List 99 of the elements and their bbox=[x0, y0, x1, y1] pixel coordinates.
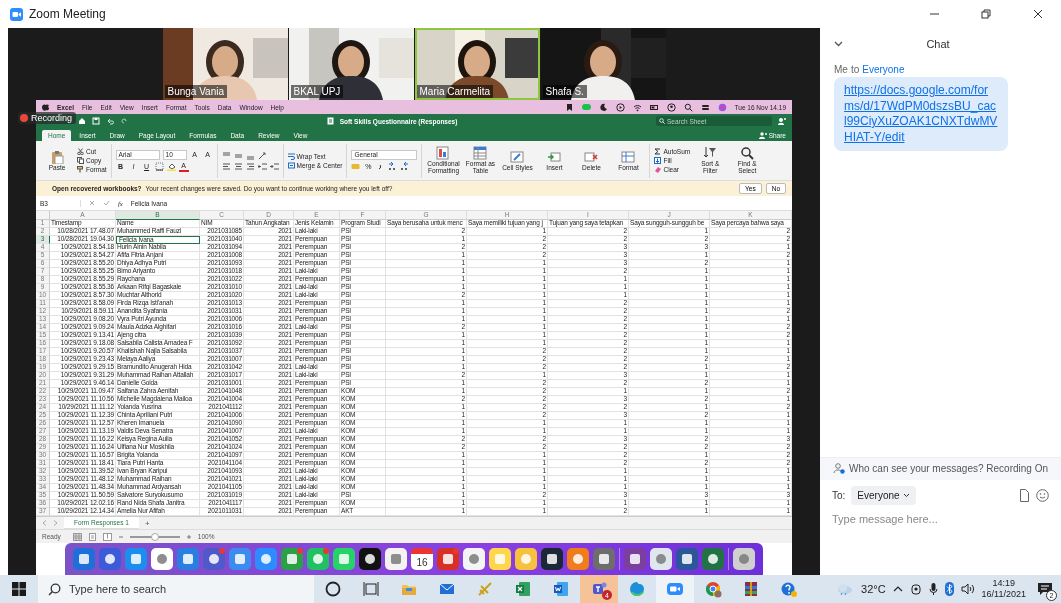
browser-icon[interactable] bbox=[704, 580, 722, 598]
restore-icon[interactable] bbox=[981, 9, 991, 19]
bluetooth-icon[interactable] bbox=[944, 582, 954, 596]
decrease-decimal-icon[interactable] bbox=[400, 162, 410, 171]
emoji-icon[interactable] bbox=[1036, 489, 1049, 502]
control-icon[interactable] bbox=[700, 102, 710, 112]
clipboard-icon bbox=[50, 149, 64, 164]
bookmark-icon[interactable] bbox=[564, 102, 574, 112]
microphone-icon[interactable] bbox=[928, 582, 938, 596]
apple-icon[interactable] bbox=[42, 103, 49, 111]
document-icon[interactable] bbox=[552, 580, 570, 598]
person-add-icon bbox=[758, 132, 767, 139]
page-break-icon[interactable] bbox=[102, 532, 112, 541]
app-icon[interactable] bbox=[676, 548, 698, 570]
volume-icon[interactable] bbox=[960, 583, 975, 595]
chevron-up-icon[interactable] bbox=[892, 585, 903, 593]
paintbrush-icon bbox=[77, 166, 84, 173]
participant-name: Shafa S. bbox=[542, 85, 587, 98]
page-layout-icon[interactable] bbox=[87, 532, 97, 541]
help-icon[interactable] bbox=[780, 580, 798, 598]
record-dot-icon bbox=[20, 114, 28, 122]
zoom-logo-icon bbox=[10, 7, 23, 21]
copy-icon bbox=[77, 157, 84, 164]
align-icon[interactable] bbox=[245, 161, 255, 171]
window-title: Zoom Meeting bbox=[29, 7, 106, 21]
align-icon[interactable] bbox=[221, 161, 231, 171]
recipient-dropdown[interactable]: Everyone bbox=[851, 486, 916, 505]
scissors-icon bbox=[77, 148, 84, 155]
document-icon bbox=[326, 117, 334, 125]
search-icon bbox=[659, 118, 665, 124]
recipient-name: Everyone bbox=[862, 64, 905, 75]
participant-name: BKAL UPJ bbox=[290, 85, 344, 98]
zoom-slider[interactable] bbox=[150, 532, 159, 541]
insert-cells-icon bbox=[547, 149, 562, 164]
spreadsheet-icon[interactable] bbox=[514, 580, 532, 598]
checkmark-icon[interactable] bbox=[103, 200, 110, 206]
caret-icon bbox=[902, 493, 910, 498]
redo-icon[interactable] bbox=[120, 117, 128, 125]
align-icon[interactable] bbox=[257, 161, 267, 171]
align-icon[interactable] bbox=[233, 161, 243, 171]
conditional-formatting-icon bbox=[436, 146, 451, 161]
play-icon[interactable] bbox=[615, 102, 625, 112]
sender-text: to bbox=[850, 64, 860, 75]
circle-icon[interactable] bbox=[324, 580, 342, 598]
to-label: To: bbox=[832, 490, 846, 501]
borders-icon[interactable] bbox=[154, 162, 164, 171]
delete-cells-icon bbox=[584, 149, 599, 164]
clock[interactable]: 14:19 16/11/2021 bbox=[981, 577, 1026, 601]
privacy-notice: Who can see your messages? Recording On bbox=[820, 458, 1061, 480]
camera-icon[interactable] bbox=[909, 582, 922, 596]
home-icon[interactable] bbox=[78, 117, 86, 125]
fill-color-icon[interactable] bbox=[166, 162, 176, 171]
wrap-icon bbox=[287, 152, 295, 160]
orientation-icon[interactable] bbox=[257, 150, 267, 160]
user-icon[interactable] bbox=[666, 102, 676, 112]
moon-icon[interactable] bbox=[598, 102, 608, 112]
recording-label: Recording bbox=[31, 113, 73, 123]
search-icon bbox=[48, 582, 61, 596]
cell-styles-icon bbox=[510, 149, 525, 164]
normal-view-icon[interactable] bbox=[72, 532, 82, 541]
table-icon bbox=[473, 146, 488, 161]
close-icon[interactable] bbox=[1033, 9, 1043, 19]
align-icon[interactable] bbox=[269, 161, 279, 171]
message-link[interactable]: https://docs.google.com/forms/d/17WdPM0dszsBU_cacl99CiyXuZOAK1CNXTdwMVHIAT-Y/edit bbox=[844, 83, 998, 146]
chevron-down-icon[interactable] bbox=[834, 41, 843, 47]
start-icon[interactable] bbox=[10, 580, 28, 598]
add-sheet-button[interactable]: + bbox=[144, 518, 150, 528]
search-field[interactable]: Type here to search bbox=[38, 575, 314, 603]
task-view-icon[interactable] bbox=[362, 580, 380, 598]
eraser-icon bbox=[654, 166, 662, 173]
search-icon bbox=[740, 146, 755, 161]
search-icon[interactable] bbox=[683, 102, 693, 112]
save-icon[interactable] bbox=[92, 117, 100, 125]
person-icon bbox=[833, 463, 845, 474]
calendar-icon[interactable]: 16 bbox=[411, 548, 433, 570]
account-icon[interactable] bbox=[778, 117, 786, 125]
chat-bubble-icon bbox=[1037, 582, 1053, 596]
app-icon[interactable] bbox=[702, 548, 724, 570]
sender-name: Me bbox=[834, 64, 848, 75]
wifi-icon[interactable] bbox=[632, 102, 642, 112]
app-icon[interactable] bbox=[359, 548, 381, 570]
undo-icon[interactable] bbox=[106, 117, 114, 125]
battery-icon[interactable] bbox=[649, 102, 659, 112]
participant-name: Bunga Vania bbox=[164, 85, 228, 98]
archive-icon[interactable] bbox=[742, 580, 760, 598]
file-icon[interactable] bbox=[1019, 489, 1030, 502]
sum-icon bbox=[654, 148, 662, 155]
format-cells-icon bbox=[621, 149, 636, 164]
fill-down-icon bbox=[654, 157, 662, 164]
chat-title: Chat bbox=[925, 38, 951, 50]
merge-icon bbox=[287, 161, 295, 169]
increase-decimal-icon[interactable] bbox=[388, 162, 398, 171]
video-camera-icon[interactable] bbox=[666, 580, 684, 598]
siri-icon[interactable] bbox=[717, 102, 727, 112]
browser-icon[interactable] bbox=[628, 580, 646, 598]
participant-name: Maria Carmelita bbox=[416, 85, 494, 98]
app-icon[interactable] bbox=[541, 548, 563, 570]
temperature: 32°C bbox=[861, 583, 886, 595]
zoom-in-icon[interactable] bbox=[185, 533, 192, 540]
